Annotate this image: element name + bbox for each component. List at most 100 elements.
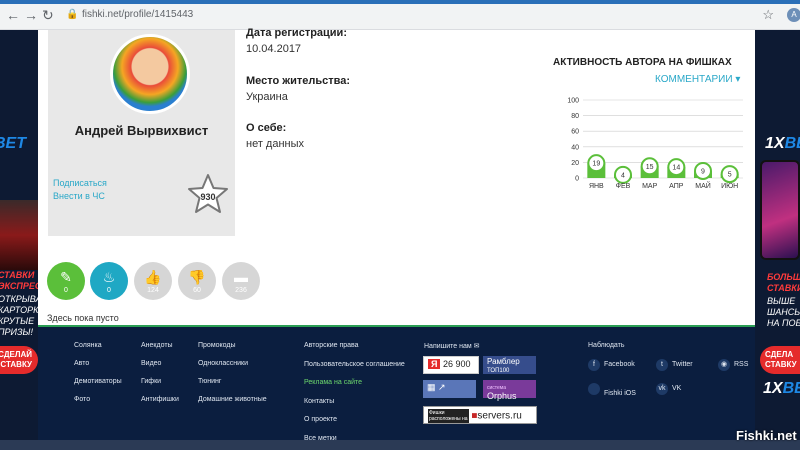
facebook-icon[interactable]: f: [588, 359, 600, 371]
user-name: Андрей Вырвихвист: [74, 123, 209, 138]
footer-link[interactable]: Демотиваторы: [74, 378, 122, 385]
footer-link[interactable]: Реклама на сайте: [304, 379, 362, 386]
social-link-facebook[interactable]: f Facebook: [588, 359, 635, 371]
user-avatar: [110, 34, 190, 114]
flame-icon: ♨: [102, 269, 116, 285]
y-tick-label: 80: [571, 113, 579, 120]
bookmark-star-icon[interactable]: ☆: [762, 7, 774, 23]
social-label[interactable]: VK: [672, 385, 681, 392]
action-count: 0: [107, 287, 111, 294]
footer-link[interactable]: Гифки: [141, 378, 161, 385]
x-tick-label: МАЙ: [695, 181, 711, 190]
footer-link[interactable]: Авторские права: [304, 342, 359, 349]
ad-cta-button[interactable]: СДЕЛА СТАВКУ: [760, 346, 800, 374]
blacklist-link[interactable]: Внести в ЧС: [53, 191, 105, 201]
social-link-twitter[interactable]: t Twitter: [656, 359, 693, 371]
social-label[interactable]: Facebook: [604, 361, 635, 368]
bar-value-label: 14: [672, 165, 680, 172]
thumbs-down-icon: 👎: [188, 269, 206, 285]
os-taskbar: [0, 440, 800, 450]
footer-link[interactable]: Тюнинг: [198, 378, 221, 385]
left-ad-banner[interactable]: BET СТАВКИ ЭКСПРЕСС ОТКРЫВАЙ КАРТОРКАР К…: [0, 30, 38, 450]
action-count: 60: [193, 287, 201, 294]
subscribe-link[interactable]: Подписаться: [53, 178, 107, 188]
x-tick-label: ФЕВ: [616, 183, 631, 190]
action-thumbs-down-button[interactable]: 👎 60: [178, 262, 216, 300]
footer-link[interactable]: Домашние животные: [198, 396, 267, 403]
y-tick-label: 40: [571, 144, 579, 151]
action-flame-button[interactable]: ♨ 0: [90, 262, 128, 300]
footer-link[interactable]: Антифишки: [141, 396, 179, 403]
action-thumbs-up-button[interactable]: 👍 124: [134, 262, 172, 300]
social-label[interactable]: Twitter: [672, 361, 693, 368]
follow-label: Наблюдать: [588, 342, 625, 349]
footer-link[interactable]: Пользовательское соглашение: [304, 361, 405, 368]
orphus-badge[interactable]: система Orphus: [483, 380, 536, 401]
rating-value: 930: [200, 192, 216, 202]
footer-link[interactable]: Авто: [74, 360, 89, 367]
registration-label: Дата регистрации:: [246, 27, 347, 39]
mail-icon[interactable]: ✉: [474, 343, 480, 350]
ad-headline: БОЛЬШ СТАВКИ: [767, 272, 800, 293]
footer-link[interactable]: Солянка: [74, 342, 102, 349]
activity-chart: 0 20 40 60 80 100 19 ЯНВ 4 ФЕВ 15 МАР 14 АПР 9 МАЙ 5 ИЮН: [567, 98, 743, 190]
about-label: О себе:: [246, 122, 287, 134]
reload-icon[interactable]: ↻: [42, 7, 54, 24]
write-us-label[interactable]: Напишите нам ✉: [424, 342, 480, 350]
footer-link[interactable]: О проекте: [304, 416, 337, 423]
ad-cta-button[interactable]: СДЕЛАЙ СТАВКУ: [0, 346, 38, 374]
ad-phone-image: [760, 160, 800, 260]
profile-avatar-icon[interactable]: A: [787, 8, 800, 22]
bar-value-label: 9: [701, 168, 705, 175]
rambler-counter[interactable]: Рамблер ТОП100: [483, 356, 536, 374]
footer-link[interactable]: Анекдоты: [141, 342, 173, 349]
footer-link[interactable]: Фото: [74, 396, 90, 403]
ad-logo: 1XBE: [765, 135, 800, 152]
footer-link[interactable]: Контакты: [304, 398, 334, 405]
twitter-icon[interactable]: t: [656, 359, 668, 371]
ad-car-image: [0, 200, 38, 270]
x-tick-label: МАР: [642, 183, 658, 190]
watermark: Fishki.net: [736, 428, 797, 443]
action-count: 124: [147, 287, 159, 294]
y-tick-label: 60: [571, 129, 579, 136]
location-value: Украина: [246, 91, 288, 103]
social-link-rss[interactable]: ◉ RSS: [718, 359, 748, 371]
social-label[interactable]: Fishki iOS: [604, 390, 636, 397]
social-link-apple[interactable]: Fishki iOS: [588, 383, 636, 397]
footer-link[interactable]: Видео: [141, 360, 161, 367]
bar-value-label: 5: [728, 172, 732, 179]
bar-value-label: 4: [621, 172, 625, 179]
chevron-down-icon[interactable]: ▾: [735, 74, 740, 85]
social-link-vk[interactable]: vk VK: [656, 383, 681, 395]
chart-title: АКТИВНОСТЬ АВТОРА НА ФИШКАХ: [553, 57, 732, 68]
footer-link[interactable]: Одноклассники: [198, 360, 248, 367]
action-pencil-button[interactable]: ✎ 0: [47, 262, 85, 300]
apple-icon[interactable]: [588, 383, 600, 395]
address-url[interactable]: fishki.net/profile/1415443: [82, 9, 193, 20]
back-icon[interactable]: ←: [6, 7, 20, 23]
y-tick-label: 0: [575, 176, 579, 183]
location-label: Место жительства:: [246, 75, 350, 87]
bar-value-label: 19: [592, 161, 600, 168]
chart-filter-dropdown[interactable]: КОММЕНТАРИИ ▾: [655, 74, 740, 85]
pencil-icon: ✎: [60, 269, 72, 285]
ad-logo-bottom: 1XBET: [763, 380, 800, 397]
social-label[interactable]: RSS: [734, 361, 748, 368]
servers-badge[interactable]: Фишки расположены на ■servers.ru: [423, 406, 537, 424]
address-bar[interactable]: 🔒 fishki.net/profile/1415443 ☆: [60, 7, 782, 25]
rss-icon[interactable]: ◉: [718, 359, 730, 371]
lock-icon: 🔒: [66, 9, 79, 20]
rating-badge: 930: [187, 173, 229, 215]
forward-icon[interactable]: →: [24, 7, 38, 23]
about-value: нет данных: [246, 138, 305, 150]
footer-link[interactable]: Промокоды: [198, 342, 236, 349]
counter-badge[interactable]: ▦ ↗: [423, 380, 476, 398]
action-comment-button[interactable]: ▬ 236: [222, 262, 260, 300]
site-footer: Солянка Авто Демотиваторы Фото Анекдоты Видео…: [38, 325, 755, 442]
chart-filter-label[interactable]: КОММЕНТАРИИ: [655, 74, 733, 85]
x-tick-label: АПР: [669, 183, 684, 190]
comment-icon: ▬: [234, 269, 248, 285]
yandex-counter[interactable]: Я 26 900: [423, 356, 479, 374]
vk-icon[interactable]: vk: [656, 383, 668, 395]
